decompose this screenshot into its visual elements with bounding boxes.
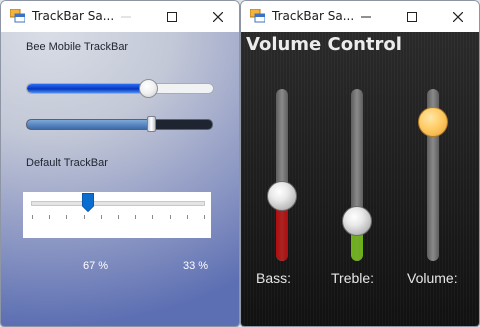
trackbar-thumb[interactable] xyxy=(147,116,157,132)
trackbar-tick xyxy=(100,215,102,219)
close-icon xyxy=(453,11,463,22)
trackbar-thumb[interactable] xyxy=(138,79,158,98)
trackbar-sample-window-1: TrackBar Sa... Bee Mobile TrackBar Defau… xyxy=(0,0,240,327)
trackbar-tick xyxy=(204,215,205,219)
close-button[interactable] xyxy=(195,1,239,32)
default-trackbar[interactable] xyxy=(23,192,211,238)
client-area: Bee Mobile TrackBar Default TrackBar 67 … xyxy=(1,32,239,326)
title-bar[interactable]: TrackBar Sa... xyxy=(1,1,239,32)
maximize-button[interactable] xyxy=(149,1,195,32)
trackbar-fill xyxy=(27,120,153,129)
trackbar-tick xyxy=(186,215,188,219)
minimize-icon xyxy=(121,16,131,17)
app-window-icon xyxy=(250,9,265,23)
trackbar-thumb[interactable] xyxy=(81,193,94,212)
trackbar-tick xyxy=(83,215,85,219)
treble-label: Treble: xyxy=(331,270,375,286)
close-button[interactable] xyxy=(435,1,479,32)
volume-control-heading: Volume Control xyxy=(246,34,402,55)
bee-trackbar-1[interactable] xyxy=(26,83,214,94)
trackbar-tick xyxy=(169,215,171,219)
maximize-icon xyxy=(167,11,177,22)
trackbar-tick xyxy=(118,215,119,219)
volume-knob[interactable] xyxy=(418,106,448,137)
maximize-button[interactable] xyxy=(389,1,435,32)
minimize-button[interactable] xyxy=(343,1,389,32)
maximize-icon xyxy=(407,11,417,22)
default-trackbar-label: Default TrackBar xyxy=(26,157,108,169)
title-bar[interactable]: TrackBar Sa... xyxy=(241,1,479,32)
trackbar-sample-window-2: TrackBar Sa... Volume Control Bass: Treb… xyxy=(240,0,480,327)
window-title: TrackBar Sa... xyxy=(32,9,115,23)
bee-trackbar-label: Bee Mobile TrackBar xyxy=(26,41,129,53)
window-title: TrackBar Sa... xyxy=(272,9,355,23)
bee-trackbar-2[interactable] xyxy=(26,119,213,130)
default-trackbar-channel xyxy=(31,201,205,206)
treble-knob[interactable] xyxy=(342,206,372,237)
trackbar-tick xyxy=(32,215,33,219)
minimize-icon xyxy=(361,16,371,17)
right-percent-label: 33 % xyxy=(183,260,209,272)
app-window-icon xyxy=(10,9,25,23)
trackbar-tick xyxy=(66,215,68,219)
left-percent-label: 67 % xyxy=(83,260,109,272)
trackbar-tick xyxy=(152,215,154,219)
trackbar-tick xyxy=(135,215,137,219)
volume-control-panel: Volume Control Bass: Treble: Volume: xyxy=(241,32,479,326)
trackbar-tick xyxy=(49,215,51,219)
bass-knob[interactable] xyxy=(267,180,297,211)
trackbar-fill xyxy=(27,84,153,93)
bass-slider[interactable] xyxy=(276,89,288,261)
volume-label: Volume: xyxy=(407,270,458,286)
minimize-button[interactable] xyxy=(103,1,149,32)
bass-label: Bass: xyxy=(256,270,292,286)
close-icon xyxy=(213,11,223,22)
